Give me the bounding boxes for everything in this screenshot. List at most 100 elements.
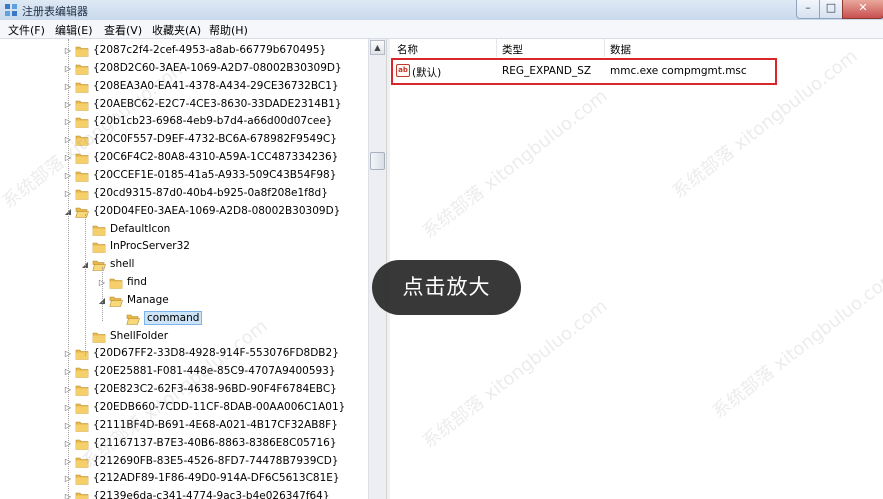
folder-icon bbox=[75, 133, 89, 147]
tree-key-label: {20C6F4C2-80A8-4310-A59A-1CC487334236} bbox=[93, 151, 339, 164]
folder-icon bbox=[75, 44, 89, 58]
tree-key-label: find bbox=[127, 276, 147, 289]
tree-key[interactable]: ▷ {212ADF89-1F86-49D0-914A-DF6C5613C81E} bbox=[0, 470, 368, 488]
folder-icon bbox=[75, 98, 89, 112]
tree-key-label: shell bbox=[110, 258, 135, 271]
tree-key-label: {20D04FE0-3AEA-1069-A2D8-08002B30309D} bbox=[93, 204, 341, 217]
title-bar: 注册表编辑器 – □ ✕ bbox=[0, 0, 883, 21]
tree-key-label: ShellFolder bbox=[110, 329, 169, 342]
tree-key-find[interactable]: ▷ find bbox=[0, 274, 368, 292]
tree-key[interactable]: ▷ {2139e6da-c341-4774-9ac3-b4e026347f64} bbox=[0, 488, 368, 499]
tree-key-label: InProcServer32 bbox=[110, 240, 190, 253]
maximize-button[interactable]: □ bbox=[819, 0, 843, 19]
tree-key[interactable]: ▷ {21167137-B7E3-40B6-8863-8386E8C05716} bbox=[0, 435, 368, 453]
column-header-data[interactable]: 数据 bbox=[610, 42, 631, 57]
tree-key-label: DefaultIcon bbox=[110, 222, 171, 235]
folder-icon bbox=[75, 383, 89, 397]
folder-icon bbox=[75, 347, 89, 361]
registry-tree[interactable]: ▷ {2087c2f4-2cef-4953-a8ab-66779b670495} ▷… bbox=[0, 39, 368, 499]
window-title: 注册表编辑器 bbox=[22, 5, 88, 18]
tree-key-label: {2087c2f4-2cef-4953-a8ab-66779b670495} bbox=[93, 44, 327, 56]
tree-key-inprocserver32[interactable]: InProcServer32 bbox=[0, 238, 368, 256]
tree-key[interactable]: ▷ {20EDB660-7CDD-11CF-8DAB-00AA006C1A01} bbox=[0, 399, 368, 417]
tree-key[interactable]: ▷ {2111BF4D-B691-4E68-A021-4B17CF32AB8F} bbox=[0, 417, 368, 435]
tree-connector-line bbox=[102, 267, 103, 321]
tree-key-defaulticon[interactable]: DefaultIcon bbox=[0, 221, 368, 239]
tree-key[interactable]: ▷ {20E25881-F081-448e-85C9-4707A9400593} bbox=[0, 363, 368, 381]
open-folder-icon bbox=[92, 258, 106, 272]
menu-favorites[interactable]: 收藏夹(A) bbox=[152, 22, 201, 38]
tree-key-label: command bbox=[144, 310, 203, 325]
registry-editor-icon bbox=[5, 4, 17, 16]
tree-key-expanded[interactable]: ◢ {20D04FE0-3AEA-1069-A2D8-08002B30309D} bbox=[0, 203, 368, 221]
tree-connector-line bbox=[85, 213, 86, 357]
open-folder-icon bbox=[126, 312, 140, 326]
scroll-up-button[interactable]: ▲ bbox=[370, 40, 385, 55]
tree-key[interactable]: ▷ {212690FB-83E5-4526-8FD7-74478B7939CD} bbox=[0, 453, 368, 471]
tree-key[interactable]: ▷ {2087c2f4-2cef-4953-a8ab-66779b670495} bbox=[0, 42, 368, 60]
tree-key-label: {212690FB-83E5-4526-8FD7-74478B7939CD} bbox=[93, 454, 339, 467]
tree-key-shell[interactable]: ◢ shell bbox=[0, 256, 368, 274]
tree-connector-line bbox=[68, 39, 69, 499]
tree-key[interactable]: ▷ {20C6F4C2-80A8-4310-A59A-1CC487334236} bbox=[0, 149, 368, 167]
tree-key-label: {20CCEF1E-0185-41a5-A933-509C43B54F98} bbox=[93, 168, 337, 181]
folder-icon bbox=[92, 223, 106, 237]
tree-key-label: {20C0F557-D9EF-4732-BC6A-678982F9549C} bbox=[93, 133, 337, 146]
folder-icon bbox=[75, 401, 89, 415]
folder-icon bbox=[92, 240, 106, 254]
tree-key-label: {21167137-B7E3-40B6-8863-8386E8C05716} bbox=[93, 436, 337, 449]
folder-icon bbox=[75, 80, 89, 94]
folder-icon bbox=[75, 365, 89, 379]
tree-key-label: {20E25881-F081-448e-85C9-4707A9400593} bbox=[93, 365, 336, 378]
folder-icon bbox=[75, 187, 89, 201]
tree-key-label: Manage bbox=[127, 293, 169, 306]
minimize-button[interactable]: – bbox=[796, 0, 820, 19]
folder-icon bbox=[75, 419, 89, 433]
zoom-button[interactable]: 点击放大 bbox=[372, 260, 521, 315]
tree-key[interactable]: ▷ {208EA3A0-EA41-4378-A434-29CE36732BC1} bbox=[0, 78, 368, 96]
tree-key-label: {208D2C60-3AEA-1069-A2D7-08002B30309D} bbox=[93, 61, 342, 74]
column-separator[interactable] bbox=[604, 39, 605, 57]
tree-key-label: {20cd9315-87d0-40b4-b925-0a8f208e1f8d} bbox=[93, 186, 328, 199]
tree-key[interactable]: ▷ {20C0F557-D9EF-4732-BC6A-678982F9549C} bbox=[0, 131, 368, 149]
folder-icon bbox=[75, 455, 89, 469]
tree-key[interactable]: ▷ {20E823C2-62F3-4638-96BD-90F4F6784EBC} bbox=[0, 381, 368, 399]
folder-icon bbox=[92, 330, 106, 344]
folder-icon bbox=[75, 472, 89, 486]
tree-key[interactable]: ▷ {20cd9315-87d0-40b4-b925-0a8f208e1f8d} bbox=[0, 185, 368, 203]
tree-key[interactable]: ▷ {20D67FF2-33D8-4928-914F-553076FD8DB2} bbox=[0, 345, 368, 363]
menu-bar: 文件(F) 编辑(E) 查看(V) 收藏夹(A) 帮助(H) bbox=[0, 20, 883, 39]
tree-key[interactable]: ▷ {20AEBC62-E2C7-4CE3-8630-33DADE2314B1} bbox=[0, 96, 368, 114]
tree-key-label: {20EDB660-7CDD-11CF-8DAB-00AA006C1A01} bbox=[93, 401, 346, 413]
tree-key[interactable]: ▷ {20b1cb23-6968-4eb9-b7d4-a66d00d07cee} bbox=[0, 113, 368, 131]
tree-key-label: {208EA3A0-EA41-4378-A434-29CE36732BC1} bbox=[93, 79, 339, 92]
menu-help[interactable]: 帮助(H) bbox=[209, 22, 248, 38]
folder-icon bbox=[75, 151, 89, 165]
folder-icon bbox=[75, 115, 89, 129]
folder-icon bbox=[75, 62, 89, 76]
tree-key-label: {20b1cb23-6968-4eb9-b7d4-a66d00d07cee} bbox=[93, 115, 333, 128]
close-button[interactable]: ✕ bbox=[842, 0, 883, 19]
tree-key-manage[interactable]: ◢ Manage bbox=[0, 292, 368, 310]
folder-icon bbox=[75, 437, 89, 451]
folder-icon bbox=[75, 490, 89, 499]
menu-file[interactable]: 文件(F) bbox=[8, 22, 45, 38]
tree-key[interactable]: ▷ {20CCEF1E-0185-41a5-A933-509C43B54F98} bbox=[0, 167, 368, 185]
tree-key-label: {20E823C2-62F3-4638-96BD-90F4F6784EBC} bbox=[93, 383, 337, 396]
highlight-annotation bbox=[391, 58, 777, 85]
folder-icon bbox=[109, 276, 123, 290]
tree-key-label: {20AEBC62-E2C7-4CE3-8630-33DADE2314B1} bbox=[93, 97, 342, 110]
tree-key-shellfolder[interactable]: ShellFolder bbox=[0, 328, 368, 346]
menu-view[interactable]: 查看(V) bbox=[104, 22, 142, 38]
tree-key-label: {2111BF4D-B691-4E68-A021-4B17CF32AB8F} bbox=[93, 418, 338, 431]
column-header-name[interactable]: 名称 bbox=[397, 42, 418, 57]
open-folder-icon bbox=[109, 294, 123, 308]
column-separator[interactable] bbox=[496, 39, 497, 57]
tree-key[interactable]: ▷ {208D2C60-3AEA-1069-A2D7-08002B30309D} bbox=[0, 60, 368, 78]
tree-key-label: {20D67FF2-33D8-4928-914F-553076FD8DB2} bbox=[93, 347, 339, 360]
tree-key-command[interactable]: command bbox=[0, 310, 368, 328]
tree-key-label: {2139e6da-c341-4774-9ac3-b4e026347f64} bbox=[93, 490, 330, 499]
column-header-type[interactable]: 类型 bbox=[502, 42, 523, 57]
scroll-thumb[interactable] bbox=[370, 152, 385, 170]
menu-edit[interactable]: 编辑(E) bbox=[55, 22, 93, 38]
